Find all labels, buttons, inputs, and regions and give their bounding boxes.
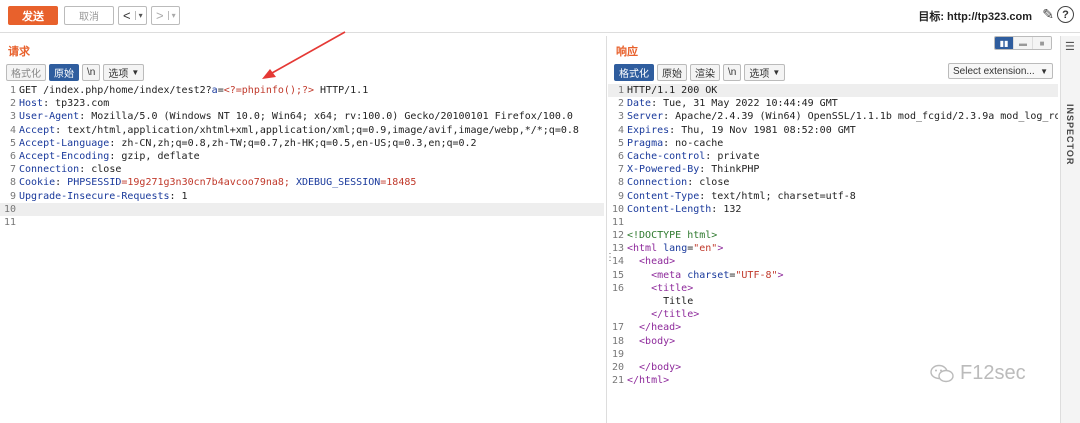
request-line: GET /index.php/home/index/test2?a=<?=php… [19,85,369,96]
inspector-panel[interactable]: ☰ INSPECTOR [1060,36,1080,423]
line-number: 19 [611,348,624,360]
line-number: 16 [611,282,624,294]
header-line: Content-Length: 132 [627,203,742,215]
response-title: 响应 [616,46,638,58]
stacked-icon[interactable]: ▬ [1013,37,1032,49]
line-number: 21 [611,375,624,387]
header-line: Accept-Encoding: gzip, deflate [19,150,200,162]
line-number: 13 [611,243,624,255]
response-tabs: 格式化 原始 渲染 \n 选项 ▼ [614,64,786,81]
tab-options[interactable]: 选项 ▼ [744,64,786,81]
line-number: 4 [617,124,624,136]
response-editor[interactable]: 1 HTTP/1.1 200 OK 2 Date: Tue, 31 May 2022… [608,84,1058,387]
line-number [608,295,627,308]
tab-raw[interactable]: 原始 [657,64,687,81]
header-line: Expires: Thu, 19 Nov 1981 08:52:00 GMT [627,124,856,136]
line-number: 9 [9,190,16,202]
line-number: 6 [617,150,624,162]
watermark: F12sec [930,362,1026,385]
line-number: 8 [617,177,624,189]
select-extension-label: Select extension... [953,65,1035,77]
body-line: <!DOCTYPE html> [627,230,718,242]
header-line: X-Powered-By: ThinkPHP [627,164,760,176]
line-number: 3 [617,111,624,123]
body-line: Title [627,296,694,307]
header-line: Connection: close [19,164,122,176]
body-line: </head> [627,322,682,334]
line-number: 9 [617,190,624,202]
line-number: 1 [617,85,624,96]
watermark-text: F12sec [960,362,1026,384]
header-line: Accept-Language: zh-CN,zh;q=0.8,zh-TW;q=… [19,137,477,149]
tab-pretty[interactable]: 格式化 [614,64,654,81]
chevron-down-icon: ▼ [772,68,781,77]
header-line: Server: Apache/2.4.39 (Win64) OpenSSL/1.… [627,111,1058,123]
body-line: </body> [627,361,682,373]
body-line: <meta charset="UTF-8"> [627,269,784,281]
pane-divider[interactable] [606,36,607,423]
body-line: </title> [627,309,700,321]
inspector-label[interactable]: INSPECTOR [1065,104,1075,165]
line-number: 5 [9,137,16,149]
header-line: Date: Tue, 31 May 2022 10:44:49 GMT [627,98,838,110]
select-extension-dropdown[interactable]: Select extension... ▼ [948,63,1053,79]
body-line: <title> [627,282,694,294]
line-number: 12 [611,230,624,242]
header-line: Accept: text/html,application/xhtml+xml,… [19,124,579,136]
request-editor[interactable]: 1 GET /index.php/home/index/test2?a=<?=ph… [0,84,604,229]
header-line: User-Agent: Mozilla/5.0 (Windows NT 10.0… [19,111,573,123]
wechat-icon [930,364,954,382]
line-number: 11 [3,216,16,228]
body-line: <html lang="en"> [627,243,724,255]
header-line: Upgrade-Insecure-Requests: 1 [19,190,188,202]
line-number: 7 [9,164,16,176]
status-line: HTTP/1.1 200 OK [627,85,718,96]
line-number: 14 [611,256,624,268]
line-number [608,308,627,321]
line-number: 15 [611,269,624,281]
single-pane-icon[interactable]: ■ [1032,37,1051,49]
line-number: 7 [617,164,624,176]
line-number: 20 [611,361,624,373]
header-line: Host: tp323.com [19,98,110,110]
layout-toggle[interactable]: ▮▮ ▬ ■ [994,36,1052,50]
header-line: Cache-control: private [627,150,760,162]
line-number: 2 [617,98,624,110]
line-number: 18 [611,335,624,347]
line-number: 8 [9,177,16,189]
line-number: 3 [9,111,16,123]
chevron-down-icon: ▼ [1040,66,1048,76]
header-line: Content-Type: text/html; charset=utf-8 [627,190,856,202]
header-line: Pragma: no-cache [627,137,724,149]
line-number: 4 [9,124,16,136]
line-number: 10 [3,203,16,215]
line-number: 2 [9,98,16,110]
body-line: </html> [627,375,670,387]
line-number: 11 [611,216,624,228]
line-number: 6 [9,150,16,162]
options-label: 选项 [749,69,770,80]
line-number: 5 [617,137,624,149]
tab-newline[interactable]: \n [723,64,742,81]
body-line: <body> [627,335,676,347]
line-number: 1 [9,85,16,96]
header-line: Cookie: PHPSESSID=19g271g3n30cn7b4avcoo7… [19,177,417,189]
menu-icon[interactable]: ☰ [1065,40,1075,53]
header-line: Connection: close [627,177,730,189]
body-line: <head> [627,256,676,268]
line-number: 10 [611,203,624,215]
side-by-side-icon[interactable]: ▮▮ [995,37,1013,49]
tab-render[interactable]: 渲染 [690,64,720,81]
line-number: 17 [611,322,624,334]
